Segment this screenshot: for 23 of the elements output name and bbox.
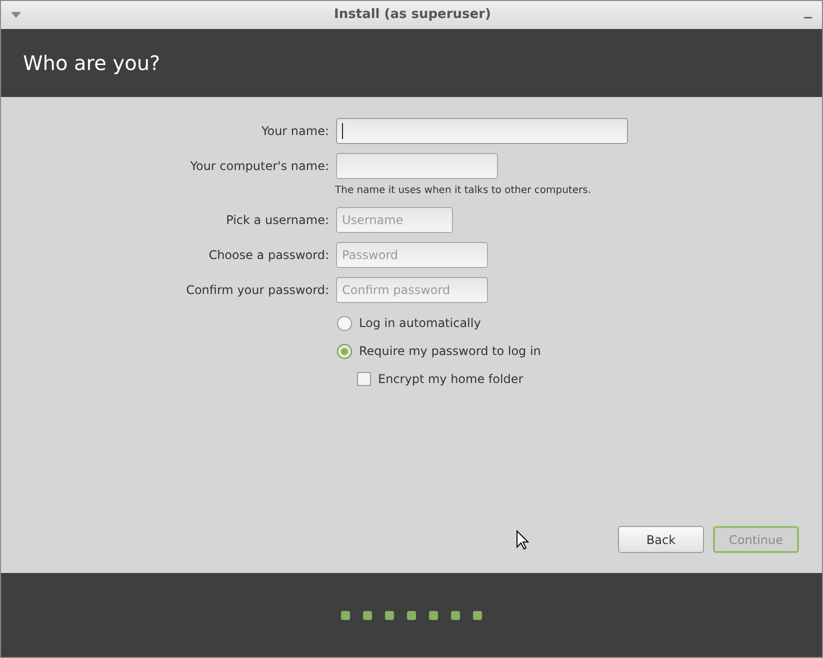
text-field[interactable]: Confirm password: [336, 277, 488, 303]
field-label: Pick a username:: [225, 212, 329, 229]
text-field[interactable]: Username: [336, 207, 453, 233]
text-cursor-icon: [342, 123, 343, 139]
nav-button[interactable]: Back: [618, 526, 704, 553]
radio-option[interactable]: Require my password to log in: [337, 342, 822, 360]
mouse-pointer-icon: [516, 530, 529, 550]
radio-button[interactable]: [337, 316, 352, 330]
checkbox[interactable]: [357, 372, 371, 386]
field-label: Choose a password:: [208, 247, 329, 264]
field-label: Your computer's name:: [189, 158, 329, 175]
text-field[interactable]: Password: [336, 242, 488, 268]
checkbox-option[interactable]: Encrypt my home folder: [357, 370, 822, 388]
field-hint: The name it uses when it talks to other computers.: [335, 184, 592, 198]
menu-caret-icon[interactable]: [11, 12, 21, 18]
text-field[interactable]: [336, 153, 498, 179]
window-title: Install (as superuser): [333, 6, 492, 24]
text-field[interactable]: [336, 118, 628, 144]
radio-option[interactable]: Log in automatically: [337, 314, 822, 332]
page-heading: Who are you?: [23, 50, 160, 77]
field-label: Confirm your password:: [185, 282, 329, 299]
radio-button[interactable]: [337, 344, 352, 358]
field-label: Your name:: [260, 123, 329, 140]
